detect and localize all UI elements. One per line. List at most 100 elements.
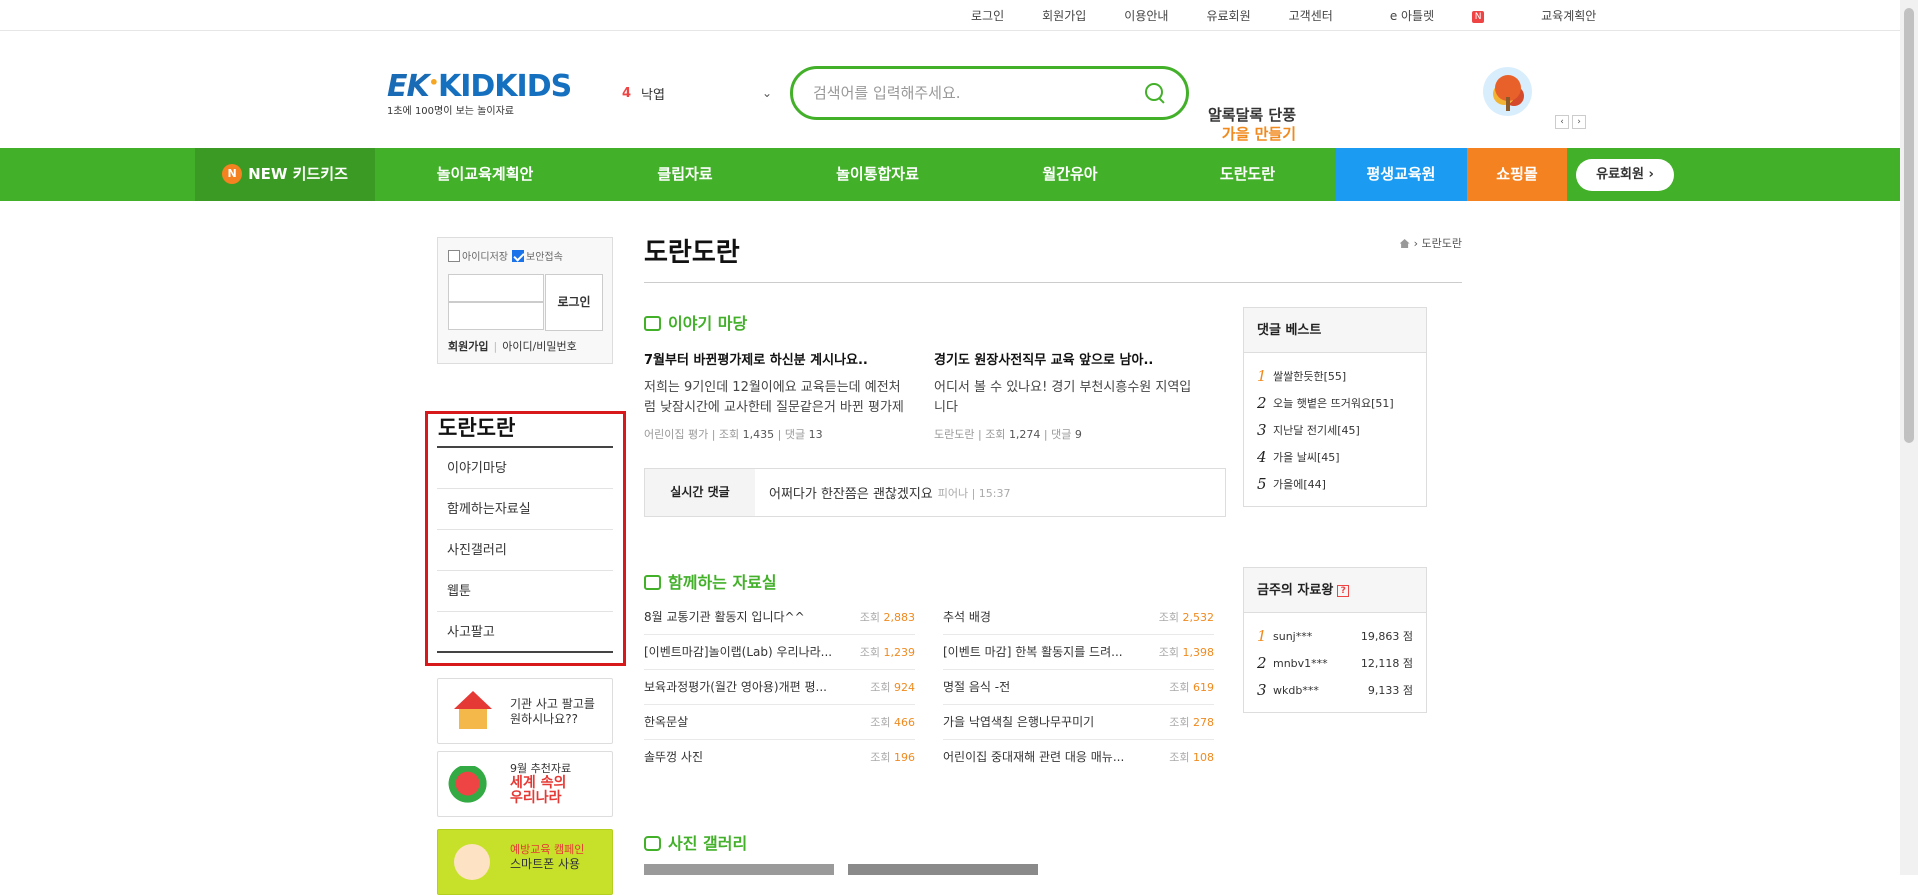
comment-best-title: 댓글 베스트 — [1244, 308, 1426, 353]
guide-link[interactable]: 이용안내 — [1124, 7, 1168, 24]
scrollbar-thumb[interactable] — [1904, 8, 1914, 443]
banner-prevention[interactable]: 예방교육 캠페인 스마트폰 사용 — [437, 829, 613, 895]
rank-number: 2 — [1257, 654, 1267, 672]
password-input[interactable] — [448, 302, 544, 330]
e-atelier-link[interactable]: e 아틀렛 N — [1371, 7, 1503, 24]
next-arrow-icon[interactable]: › — [1572, 115, 1586, 129]
list-item[interactable]: 명절 음식 -전 조회 619 — [943, 670, 1214, 705]
realtime-label: 실시간 댓글 — [645, 469, 755, 516]
nav-clip[interactable]: 클립자료 — [595, 148, 775, 201]
list-item[interactable]: 1 sunj*** 19,863 점 — [1257, 623, 1413, 650]
weekly-king-title: 금주의 자료왕? — [1244, 568, 1426, 613]
nav-lifelong-edu[interactable]: 평생교육원 — [1335, 148, 1467, 201]
nav-monthly[interactable]: 월간유아 — [980, 148, 1160, 201]
views-label: 조회 — [1169, 716, 1190, 729]
search-icon[interactable] — [1144, 82, 1166, 104]
search-input[interactable] — [813, 84, 1144, 102]
list-item[interactable]: [이벤트마감]놀이랩(Lab) 우리나라... 조회 1,239 — [644, 635, 915, 670]
banner-recommend-text: 9월 추천자료 세계 속의 우리나라 — [510, 761, 571, 806]
list-item[interactable]: 어린이집 중대재해 관련 대응 매뉴... 조회 108 — [943, 740, 1214, 775]
gallery-section-label: 사진 갤러리 — [668, 834, 748, 853]
prev-arrow-icon[interactable]: ‹ — [1555, 115, 1569, 129]
list-item[interactable]: 8월 교통기관 활동지 입니다^^ 조회 2,883 — [644, 600, 915, 635]
nav-shop[interactable]: 쇼핑몰 — [1467, 148, 1567, 201]
gallery-thumbnail[interactable] — [644, 864, 834, 875]
logo-tagline: 1초에 100명이 보는 놀이자료 — [387, 106, 514, 117]
rank-number: 3 — [1257, 421, 1267, 439]
list-item[interactable]: 보육과정평가(월간 영아용)개편 평... 조회 924 — [644, 670, 915, 705]
views-count: 466 — [894, 716, 915, 729]
save-id-checkbox[interactable] — [448, 249, 460, 262]
story-comments: 9 — [1074, 428, 1082, 441]
list-item[interactable]: 2 오늘 햇볕은 뜨거워요[51] — [1257, 390, 1413, 417]
list-item-title: [이벤트마감]놀이랩(Lab) 우리나라... — [644, 645, 833, 659]
home-icon[interactable] — [1399, 239, 1410, 248]
views-count: 278 — [1193, 716, 1214, 729]
login-options: 아이디저장 보안접속 — [448, 248, 602, 263]
nav-new-label: NEW 키드키즈 — [248, 165, 348, 183]
join-link[interactable]: 회원가입 — [1042, 7, 1086, 24]
scrollbar-track[interactable] — [1900, 0, 1918, 875]
views-count: 924 — [894, 681, 915, 694]
id-input[interactable] — [448, 274, 544, 302]
login-link[interactable]: 로그인 — [971, 7, 1004, 24]
banner-recommend-line1: 9월 추천자료 — [510, 762, 572, 775]
gallery-section-title[interactable]: 사진 갤러리 — [644, 830, 747, 854]
library-list-left: 8월 교통기관 활동지 입니다^^ 조회 2,883 [이벤트마감]놀이랩(Lab… — [644, 600, 915, 775]
rank-number: 1 — [1257, 367, 1267, 385]
banner-recommend[interactable]: 9월 추천자료 세계 속의 우리나라 — [437, 751, 613, 817]
nav-new-kidkids[interactable]: N NEW 키드키즈 — [195, 148, 375, 201]
site-logo[interactable]: EK•KIDKIDS 1초에 100명이 보는 놀이자료 — [387, 69, 572, 117]
gallery-thumbnail[interactable] — [848, 864, 1038, 875]
customer-center-link[interactable]: 고객센터 — [1289, 7, 1333, 24]
secure-login-checkbox[interactable] — [512, 249, 524, 262]
library-section-title[interactable]: 함께하는 자료실 — [644, 569, 777, 593]
list-item[interactable]: [이벤트 마감] 한복 활동지를 드려... 조회 1,398 — [943, 635, 1214, 670]
list-item[interactable]: 솔뚜껑 사진 조회 196 — [644, 740, 915, 775]
list-item[interactable]: 5 가을에[44] — [1257, 471, 1413, 498]
views-label: 조회 — [1158, 611, 1179, 624]
list-item-views: 조회 466 — [870, 705, 915, 739]
help-icon[interactable]: ? — [1337, 585, 1350, 597]
banner-market[interactable]: 기관 사고 팔고를 원하시나요?? — [437, 678, 613, 744]
nav-integrated[interactable]: 놀이통합자료 — [775, 148, 980, 201]
list-item[interactable]: 추석 배경 조회 2,532 — [943, 600, 1214, 635]
list-item-views: 조회 1,239 — [860, 635, 915, 669]
join-sub-link[interactable]: 회원가입 — [448, 340, 488, 353]
separator: | — [493, 340, 498, 353]
autumn-tree-icon[interactable] — [1483, 67, 1532, 116]
story-body: 저희는 9기인데 12월이에요 교육듣는데 예전처럼 낮잠시간에 교사한테 질문… — [644, 380, 904, 415]
user-id: wkdb*** — [1273, 684, 1319, 697]
speech-bubble-icon — [644, 316, 661, 331]
breadcrumb: › 도란도란 — [1399, 235, 1462, 251]
list-item[interactable]: 가을 낙엽색칠 은행나무꾸미기 조회 278 — [943, 705, 1214, 740]
nav-doran[interactable]: 도란도란 — [1160, 148, 1335, 201]
paid-member-link[interactable]: 유료회원 — [1206, 7, 1250, 24]
find-account-link[interactable]: 아이디/비밀번호 — [502, 340, 577, 353]
story-meta: 도란도란 | 조회 1,274 | 댓글 9 — [934, 428, 1082, 441]
chevron-down-icon: ⌄ — [761, 86, 772, 100]
login-button[interactable]: 로그인 — [545, 274, 603, 331]
views-label: 조회 — [1169, 681, 1190, 694]
views-count: 619 — [1193, 681, 1214, 694]
realtime-meta: 피어나 | 15:37 — [937, 486, 1011, 500]
location-dropdown[interactable]: 4 낙엽 ⌄ — [622, 84, 772, 103]
banner-recommend-line2: 세계 속의 — [510, 775, 567, 791]
list-item[interactable]: 1 쌀쌀한듯한[55] — [1257, 363, 1413, 390]
list-item[interactable]: 한옥문살 조회 466 — [644, 705, 915, 740]
globe-icon — [446, 766, 500, 810]
list-item[interactable]: 3 지난달 전기세[45] — [1257, 417, 1413, 444]
list-item[interactable]: 4 가을 날씨[45] — [1257, 444, 1413, 471]
list-item[interactable]: 3 wkdb*** 9,133 점 — [1257, 677, 1413, 704]
story-card[interactable]: 7월부터 바뀐평가제로 하신분 계시나요.. 저희는 9기인데 12월이에요 교… — [644, 349, 904, 442]
realtime-comment-bar[interactable]: 실시간 댓글 어쩌다가 한잔쯤은 괜찮겠지요 피어나 | 15:37 — [644, 468, 1226, 517]
list-item[interactable]: 2 mnbv1*** 12,118 점 — [1257, 650, 1413, 677]
nav-play-edu-plan[interactable]: 놀이교육계획안 — [375, 148, 595, 201]
story-card[interactable]: 경기도 원장사전직무 교육 앞으로 남아.. 어디서 볼 수 있나요! 경기 부… — [934, 349, 1194, 442]
story-section-label: 이야기 마당 — [668, 314, 748, 333]
paid-member-button[interactable]: 유료회원 › — [1576, 159, 1674, 191]
breadcrumb-current[interactable]: 도란도란 — [1422, 237, 1462, 250]
story-section-title[interactable]: 이야기 마당 — [644, 310, 747, 334]
edu-plan-link[interactable]: 교육계획안 — [1541, 7, 1596, 24]
rank-number: 3 — [1257, 681, 1267, 699]
